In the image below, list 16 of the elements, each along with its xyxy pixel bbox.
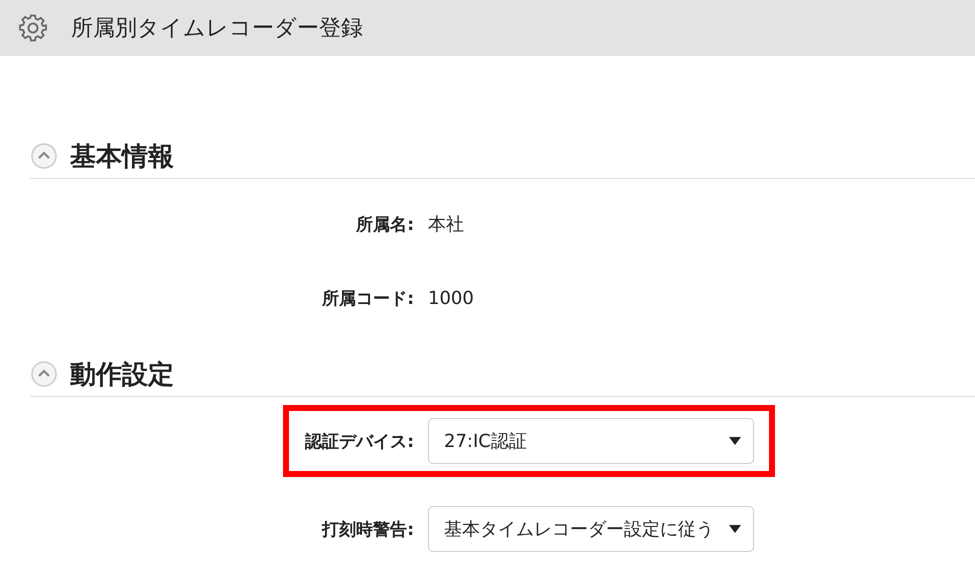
field-label: 打刻時警告: [320, 518, 415, 540]
dropdown[interactable]: 27:IC認証 [428, 418, 754, 464]
section-title: 動作設定 [70, 358, 174, 392]
field-value: 1000 [428, 288, 474, 308]
dropdown[interactable]: 基本タイムレコーダー設定に従う [428, 506, 754, 552]
section-title: 基本情報 [70, 140, 174, 174]
settings-icon[interactable] [19, 14, 47, 42]
collapse-icon[interactable] [30, 142, 58, 170]
field-value: 本社 [428, 213, 464, 236]
field-label: 認証デバイス: [304, 430, 415, 452]
caret-icon [729, 525, 741, 533]
field-label: 所属コード: [320, 288, 415, 310]
caret-icon [729, 437, 741, 445]
page-title: 所属別タイムレコーダー登録 [71, 15, 363, 43]
collapse-icon[interactable] [30, 360, 58, 388]
field-label: 所属名: [354, 214, 415, 236]
